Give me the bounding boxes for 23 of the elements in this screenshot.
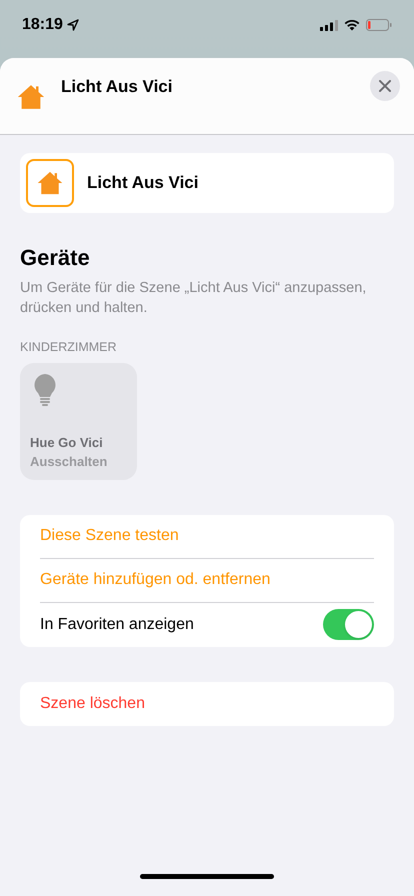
devices-description: Um Geräte für die Szene „Licht Aus Vici“ anzupassen, drücken und halten. — [20, 279, 368, 318]
toggle-label: In Favoriten anzeigen — [40, 614, 195, 635]
location-arrow-icon — [66, 19, 79, 31]
status-time: 18:19 — [22, 15, 63, 35]
close-button[interactable] — [370, 71, 400, 101]
close-icon — [379, 80, 391, 92]
signal-icon — [320, 20, 338, 30]
device-state: Ausschalten — [30, 453, 108, 472]
device-name: Hue Go Vici — [30, 434, 104, 452]
device-tile[interactable]: Hue Go Vici Ausschalten — [20, 362, 137, 480]
scene-name: Licht Aus Vici — [87, 172, 198, 194]
sheet-title: Licht Aus Vici — [61, 76, 172, 98]
action-button[interactable]: Diese Szene testen — [40, 524, 179, 548]
wifi-icon — [344, 19, 360, 31]
favorites-switch[interactable] — [323, 609, 374, 640]
devices-title: Geräte — [20, 244, 91, 272]
scene-icon-button[interactable] — [26, 159, 74, 207]
delete-scene-button[interactable]: Szene löschen — [40, 692, 145, 716]
battery-icon — [366, 19, 392, 31]
action-button[interactable]: Geräte hinzufügen od. entfernen — [40, 568, 270, 592]
light-bulb-icon — [33, 372, 57, 407]
house-icon — [36, 169, 64, 197]
room-label: KINDERZIMMER — [20, 339, 118, 356]
